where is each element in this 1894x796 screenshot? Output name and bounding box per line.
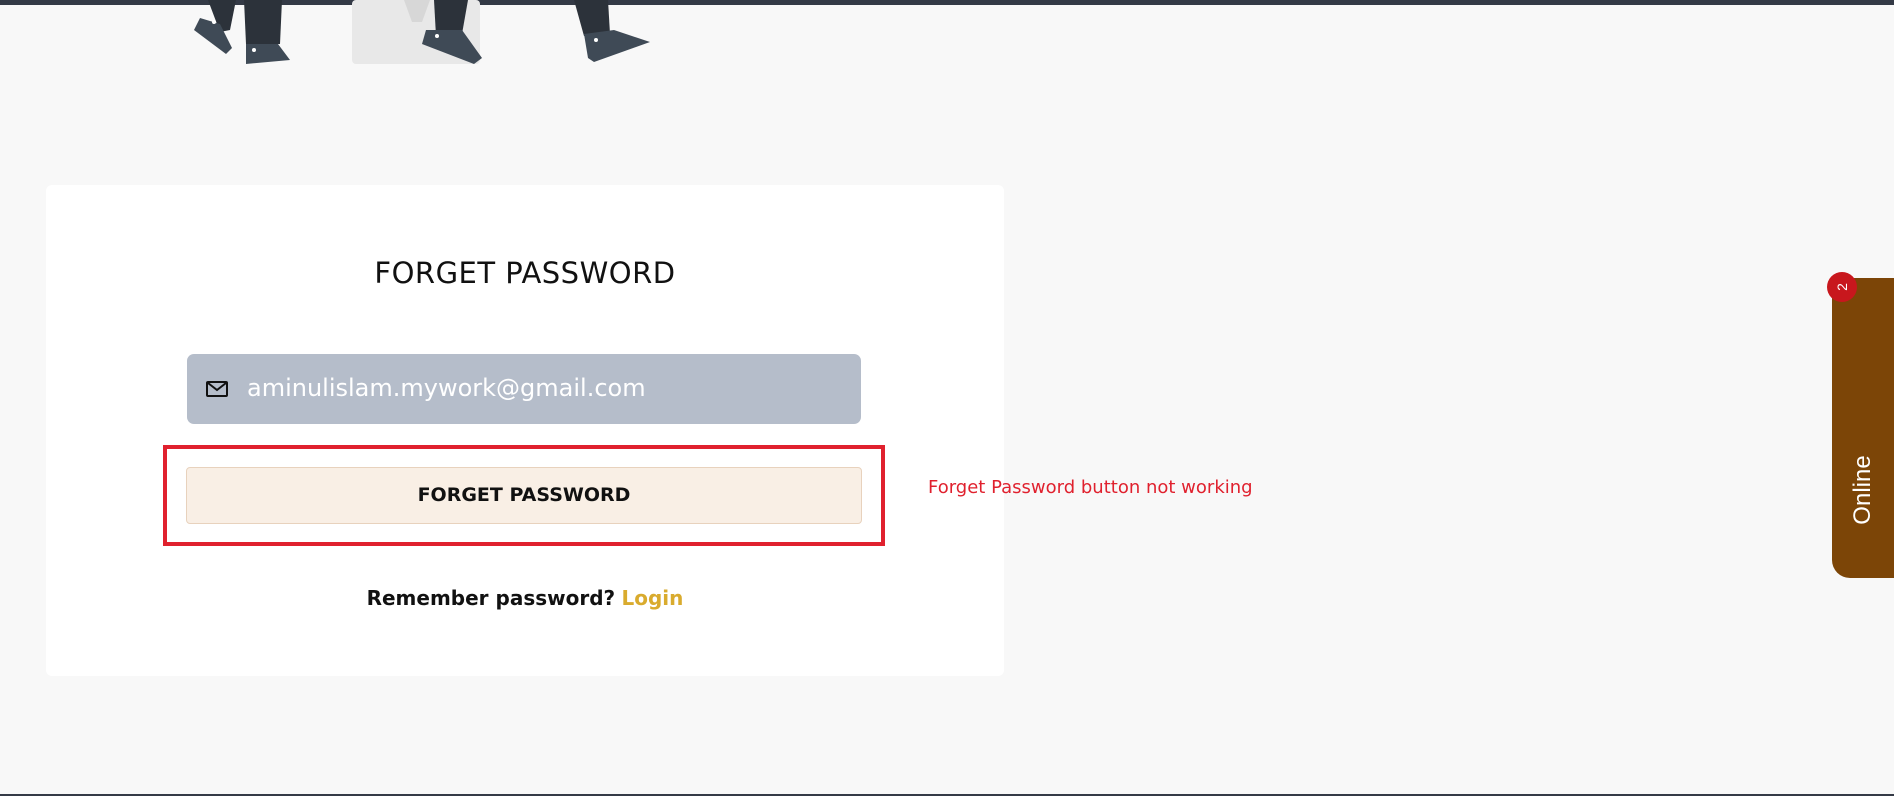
header-illustration	[194, 0, 650, 64]
notification-badge: 2	[1827, 272, 1857, 302]
online-chat-tab[interactable]: Online	[1832, 278, 1894, 578]
remember-password-text: Remember password?	[366, 586, 616, 610]
mail-icon	[206, 381, 228, 397]
online-label: Online	[1849, 455, 1876, 525]
email-input-value[interactable]: aminulislam.mywork@gmail.com	[247, 374, 646, 402]
login-link[interactable]: Login	[622, 586, 684, 610]
page-title: FORGET PASSWORD	[374, 256, 676, 290]
annotation-note: Forget Password button not working	[928, 477, 1253, 498]
remember-password-row: Remember password? Login	[0, 586, 1050, 610]
forget-password-button[interactable]: FORGET PASSWORD	[186, 467, 862, 524]
badge-count: 2	[1833, 283, 1850, 291]
email-field[interactable]: aminulislam.mywork@gmail.com	[187, 354, 861, 424]
